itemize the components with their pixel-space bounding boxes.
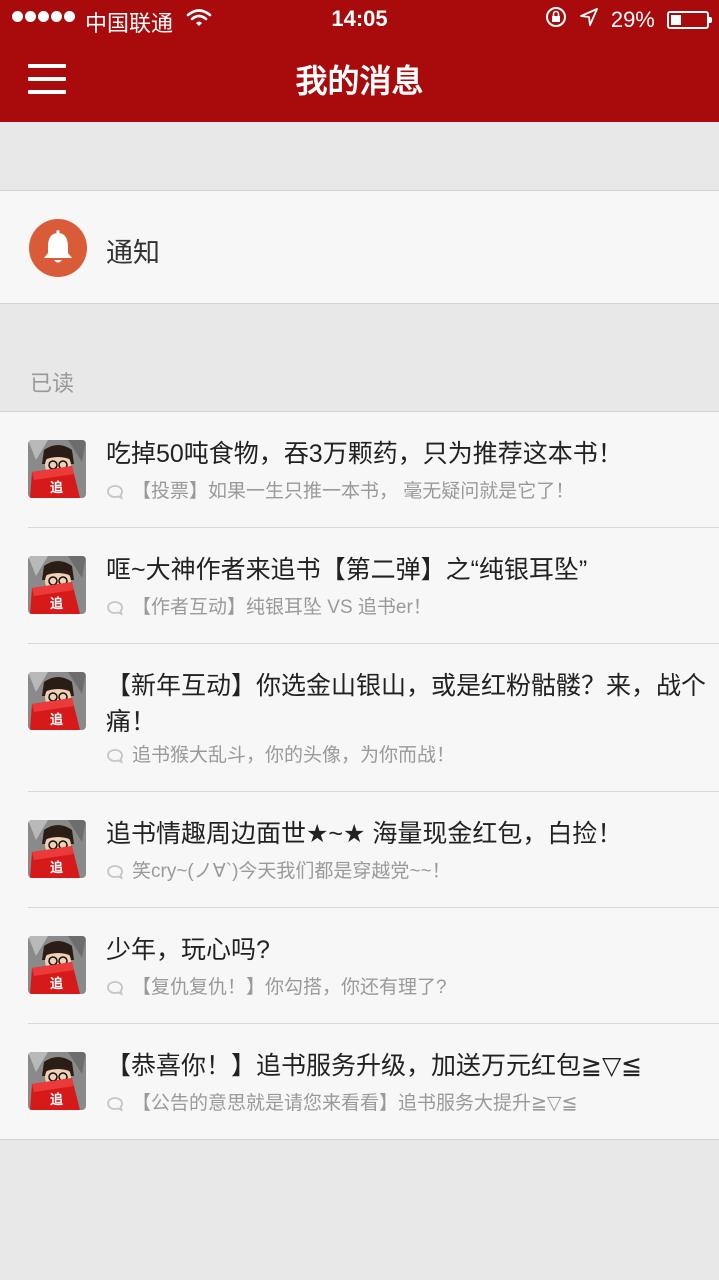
avatar: 追 <box>28 672 86 730</box>
message-preview-text: 【作者互动】纯银耳坠 VS 追书er！ <box>132 597 432 618</box>
message-preview-text: 笑cry~(ノ∀`)今天我们都是穿越党~~！ <box>132 861 451 882</box>
bell-icon <box>29 219 87 277</box>
message-item[interactable]: 追 【新年互动】你选金山银山，或是红粉骷髅？来，战个痛！ 追书猴大乱斗，你的头像，… <box>28 644 719 792</box>
notification-row[interactable]: 通知 <box>0 190 719 304</box>
message-title: 【恭喜你！】追书服务升级，加送万元红包≧▽≦ <box>106 1052 643 1080</box>
message-preview-text: 追书猴大乱斗，你的头像，为你而战！ <box>132 745 456 766</box>
message-preview: 【作者互动】纯银耳坠 VS 追书er！ <box>106 592 432 619</box>
message-preview-text: 【投票】如果一生只推一本书， 毫无疑问就是它了！ <box>132 481 575 502</box>
comment-bubble-icon <box>106 481 132 502</box>
orientation-lock-icon <box>545 6 567 34</box>
svg-text:追: 追 <box>50 712 64 728</box>
battery-percent: 29% <box>610 7 655 33</box>
location-arrow-icon <box>579 7 599 33</box>
message-title: 少年，玩心吗? <box>106 936 270 964</box>
message-preview: 【投票】如果一生只推一本书， 毫无疑问就是它了！ <box>106 476 574 503</box>
avatar: 追 <box>28 556 86 614</box>
message-item[interactable]: 追 追书情趣周边面世★~★ 海量现金红包，白捡！ 笑cry~(ノ∀`)今天我们都是… <box>28 792 719 908</box>
message-list: 追 吃掉50吨食物，吞3万颗药，只为推荐这本书！ 【投票】如果一生只推一本书， 毫… <box>0 411 719 1140</box>
message-title: 追书情趣周边面世★~★ 海量现金红包，白捡！ <box>106 820 623 848</box>
message-preview-text: 【复仇复仇！】你勾搭，你还有理了? <box>132 977 447 998</box>
message-preview: 追书猴大乱斗，你的头像，为你而战！ <box>106 740 455 767</box>
avatar: 追 <box>28 936 86 994</box>
message-item[interactable]: 追 哐~大神作者来追书【第二弹】之“纯银耳坠” 【作者互动】纯银耳坠 VS 追书e… <box>28 528 719 644</box>
svg-text:追: 追 <box>50 480 64 496</box>
comment-bubble-icon <box>106 1093 132 1114</box>
message-preview-text: 【公告的意思就是请您来看看】追书服务大提升≧▽≦ <box>132 1093 578 1114</box>
notification-label: 通知 <box>106 238 160 268</box>
message-item[interactable]: 追 吃掉50吨食物，吞3万颗药，只为推荐这本书！ 【投票】如果一生只推一本书， 毫… <box>28 412 719 528</box>
avatar: 追 <box>28 820 86 878</box>
message-item[interactable]: 追 少年，玩心吗? 【复仇复仇！】你勾搭，你还有理了? <box>28 908 719 1024</box>
message-preview: 笑cry~(ノ∀`)今天我们都是穿越党~~！ <box>106 856 451 883</box>
avatar: 追 <box>28 1052 86 1110</box>
message-title: 吃掉50吨食物，吞3万颗药，只为推荐这本书！ <box>106 440 623 468</box>
app-header: 中国联通 14:05 29% 我的消息 <box>0 0 719 122</box>
message-title: 【新年互动】你选金山银山，或是红粉骷髅？来，战个痛！ <box>106 672 707 736</box>
section-label-read: 已读 <box>30 371 75 396</box>
comment-bubble-icon <box>106 977 132 998</box>
message-preview: 【复仇复仇！】你勾搭，你还有理了? <box>106 972 447 999</box>
page-title: 我的消息 <box>295 63 424 99</box>
svg-text:追: 追 <box>50 1092 64 1108</box>
battery-icon <box>667 11 712 30</box>
avatar: 追 <box>28 440 86 498</box>
battery-fill <box>671 15 681 26</box>
svg-text:追: 追 <box>50 860 64 876</box>
comment-bubble-icon <box>106 597 132 618</box>
status-bar: 中国联通 14:05 29% <box>0 0 719 40</box>
svg-text:追: 追 <box>50 976 64 992</box>
svg-text:追: 追 <box>50 596 64 612</box>
message-item[interactable]: 追 【恭喜你！】追书服务升级，加送万元红包≧▽≦ 【公告的意思就是请您来看看】追书… <box>28 1024 719 1139</box>
message-title: 哐~大神作者来追书【第二弹】之“纯银耳坠” <box>106 556 588 584</box>
comment-bubble-icon <box>106 745 132 766</box>
comment-bubble-icon <box>106 861 132 882</box>
message-preview: 【公告的意思就是请您来看看】追书服务大提升≧▽≦ <box>106 1088 577 1115</box>
